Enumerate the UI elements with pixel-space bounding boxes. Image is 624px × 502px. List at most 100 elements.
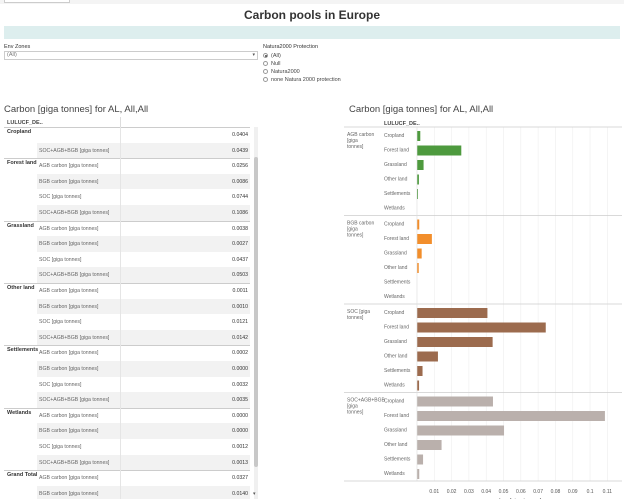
x-tick-label: 0.05 [499,489,509,495]
row-measure-label: SOC+AGB+BGB [giga tonnes] [39,272,110,279]
series-label: AGB carbon [giga tonnes] [347,132,374,150]
category-label: Settlements [384,191,411,197]
table-row[interactable]: SOC [giga tonnes] 0.0437 [4,251,250,268]
env-zones-label: Env Zones [4,44,31,50]
category-label: Other land [384,354,408,360]
left-sheet-title: Carbon [giga tonnes] for AL, All,All [4,104,149,115]
radio-icon[interactable] [263,60,268,66]
table-row[interactable]: BGB carbon [giga tonnes] 0.0010 [4,298,250,315]
x-axis-label: carbon [giga tonnes] [492,498,542,499]
group-divider [4,158,250,160]
divider [120,142,121,159]
category-label: Forest land [384,325,409,331]
table-row[interactable]: Cropland 0.0404 [4,127,250,143]
row-measure-label: SOC+AGB+BGB [giga tonnes] [39,147,110,154]
radio-option-null[interactable]: Null [263,60,280,68]
row-group-label: Wetlands [7,409,32,416]
divider [120,470,121,486]
divider [120,439,121,455]
table-row[interactable]: SOC [giga tonnes] 0.0121 [4,314,250,330]
table-row[interactable]: Forest land AGB carbon [giga tonnes] 0.025… [4,158,250,174]
right-sheet-title: Carbon [giga tonnes] for AL, All,All [349,104,494,115]
divider [120,236,121,252]
divider [120,173,121,190]
table-row[interactable]: BGB carbon [giga tonnes] 0.0000 [4,361,250,377]
radio-icon[interactable] [263,68,268,74]
category-label: Forest land [384,236,409,242]
x-tick-label: 0.09 [568,489,578,495]
table-row[interactable]: SOC [giga tonnes] 0.0744 [4,189,250,205]
row-value: 0.0013 [232,459,248,466]
row-measure-label: SOC+AGB+BGB [giga tonnes] [39,334,110,341]
row-value: 0.0140 [232,490,248,497]
divider [120,314,121,330]
radio-icon[interactable] [263,76,268,82]
table-row[interactable]: Grassland AGB carbon [giga tonnes] 0.0038 [4,220,250,237]
x-tick-label: 0.03 [464,489,474,495]
table-row[interactable]: Grand Total AGB carbon [giga tonnes] 0.032… [4,470,250,486]
top-toolbar-strip [0,0,624,4]
table-row[interactable]: SOC [giga tonnes] 0.0012 [4,439,250,455]
row-value: 0.1086 [232,210,248,216]
table-row[interactable]: Settlements AGB carbon [giga tonnes] 0.000… [4,345,250,361]
category-label: Other land [384,442,408,448]
row-value: 0.0011 [232,288,248,294]
divider [120,283,121,299]
scroll-down-icon[interactable]: ▾ [253,491,256,497]
table-row[interactable]: SOC+AGB+BGB [giga tonnes] 0.0439 [4,142,250,159]
row-value: 0.0010 [232,303,248,310]
scrollbar-thumb[interactable] [254,157,258,467]
group-divider [4,283,250,284]
table-row[interactable]: SOC+AGB+BGB [giga tonnes] 0.0035 [4,392,250,408]
series-label-line: tonnes] [347,233,364,239]
table-row[interactable]: SOC+AGB+BGB [giga tonnes] 0.0503 [4,267,250,283]
x-tick-label: 0.11 [603,489,613,495]
toolbar-tab[interactable] [4,0,70,3]
divider [120,251,121,268]
row-group-label: Settlements [7,347,39,354]
table-row[interactable]: SOC+AGB+BGB [giga tonnes] 0.1086 [4,205,250,221]
table-row[interactable]: BGB carbon [giga tonnes] 0.0000 [4,423,250,439]
divider [120,454,121,471]
row-value: 0.0142 [232,334,248,341]
table-row[interactable]: SOC+AGB+BGB [giga tonnes] 0.0142 [4,329,250,346]
series-label-line: tonnes] [347,144,364,150]
row-measure-label: SOC [giga tonnes] [39,444,82,450]
divider [120,220,121,237]
divider [120,117,121,127]
bar [417,440,442,450]
radio-option-none-natura[interactable]: none Natura 2000 protection [263,76,341,84]
row-value: 0.0012 [232,444,248,450]
table-column-header[interactable]: LULUCF_DE.. [4,117,258,127]
radio-option-natura2000[interactable]: Natura2000 [263,68,300,76]
category-label: Cropland [384,310,405,316]
chevron-down-icon[interactable]: ▾ [252,52,255,59]
row-measure-label: AGB carbon [giga tonnes] [39,225,99,232]
table-row[interactable]: Wetlands AGB carbon [giga tonnes] 0.0000 [4,407,250,424]
category-label: Cropland [384,133,405,139]
row-measure-label: SOC [giga tonnes] [39,256,82,263]
category-label: Cropland [384,222,405,228]
table-row[interactable]: SOC [giga tonnes] 0.0032 [4,376,250,393]
row-value: 0.0437 [232,256,248,263]
env-zones-select[interactable]: (All) ▾ [4,51,258,60]
vertical-scrollbar[interactable]: ▾ [253,127,258,499]
table-row[interactable]: BGB carbon [giga tonnes] 0.0140 [4,485,250,499]
radio-selected-icon[interactable] [263,52,268,58]
table-row[interactable]: SOC+AGB+BGB [giga tonnes] 0.0013 [4,454,250,471]
category-label: Settlements [384,368,411,374]
table-row[interactable]: BGB carbon [giga tonnes] 0.0027 [4,236,250,252]
row-value: 0.0032 [232,381,248,388]
divider [120,361,121,377]
x-tick-label: 0.02 [447,489,457,495]
table-row[interactable]: BGB carbon [giga tonnes] 0.0086 [4,173,250,190]
category-label: Wetlands [384,294,405,300]
divider [120,127,121,143]
bar [417,366,423,376]
row-value: 0.0086 [232,178,248,185]
bar-chart-svg: LULUCF_DE.. AGB carbon [giga tonnes] Croplan… [344,121,622,499]
table-row[interactable]: Other land AGB carbon [giga tonnes] 0.0011 [4,283,250,299]
row-value: 0.0256 [232,163,248,170]
radio-option-all[interactable]: (All) [263,52,281,60]
series-label: BGB carbon [giga tonnes] [347,221,374,239]
